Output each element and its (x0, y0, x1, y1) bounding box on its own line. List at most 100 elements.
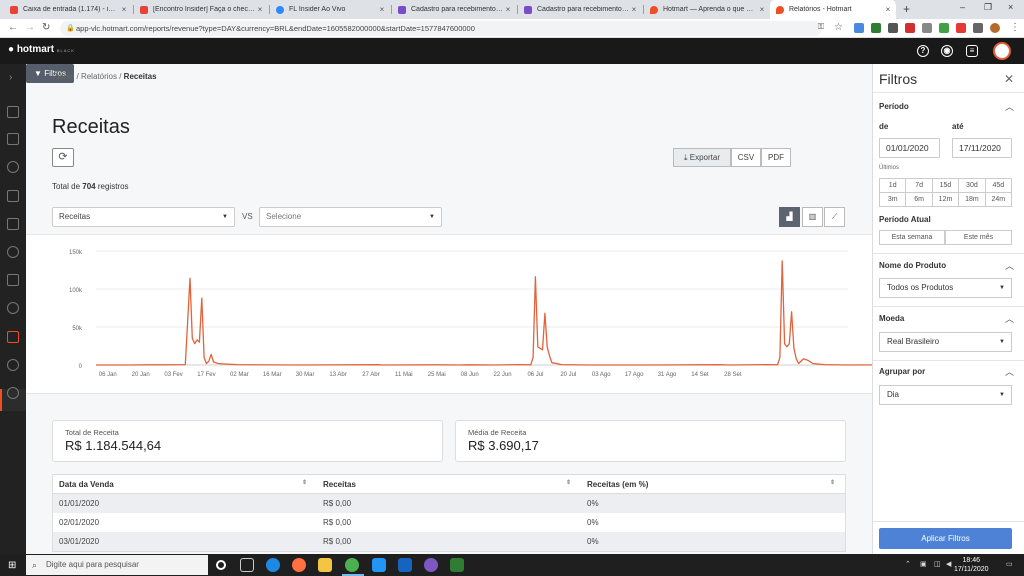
close-icon[interactable]: × (883, 5, 893, 14)
volume-icon[interactable]: ◀ (946, 560, 951, 568)
chevron-up-icon[interactable]: ︿ (1005, 365, 1014, 378)
extension-icon[interactable] (956, 23, 966, 33)
help-icon[interactable]: ? (917, 45, 929, 57)
notifications-icon[interactable]: ▭ (1006, 560, 1013, 568)
quick-range-15d[interactable]: 15d (932, 179, 960, 193)
pdf-extension-icon[interactable] (905, 23, 915, 33)
quick-range-30d[interactable]: 30d (959, 179, 986, 193)
url-field[interactable]: 🔒 app-vlc.hotmart.com/reports/revenue?ty… (60, 21, 822, 36)
area-chart-toggle[interactable]: ▟ (779, 207, 800, 227)
sort-icon[interactable]: ⇕ (830, 479, 835, 486)
pdf-button[interactable]: PDF (761, 148, 791, 167)
bookmark-star-icon[interactable]: ☆ (834, 22, 843, 33)
edge-icon[interactable] (266, 558, 280, 572)
refresh-button[interactable]: ⟳ (52, 148, 74, 167)
firefox-icon[interactable] (292, 558, 306, 572)
expand-sidebar-icon[interactable]: › (9, 72, 12, 83)
to-date-input[interactable]: 17/11/2020 (952, 138, 1012, 158)
quick-range-24m[interactable]: 24m (985, 193, 1012, 207)
quick-range-3m[interactable]: 3m (880, 193, 907, 207)
close-icon[interactable]: × (255, 5, 265, 14)
product-select[interactable]: Todos os Produtos ▼ (879, 278, 1012, 298)
network-icon[interactable]: ◫ (934, 560, 941, 568)
network-icon[interactable] (7, 161, 19, 173)
metric-select[interactable]: Receitas ▼ (52, 207, 235, 227)
tray-icon[interactable]: ▣ (920, 560, 927, 568)
support-icon[interactable] (7, 387, 19, 399)
box-icon[interactable] (7, 190, 19, 202)
reports-chart-icon[interactable] (7, 331, 19, 343)
chevron-up-icon[interactable]: ︿ (1005, 312, 1014, 325)
new-tab-button[interactable]: + (903, 2, 910, 16)
header-revenue[interactable]: Receitas ⇕ (317, 480, 581, 489)
excel-icon[interactable] (450, 558, 464, 572)
chat-icon[interactable]: ≡ (966, 45, 978, 57)
menu-kebab-icon[interactable]: ⋮ (1010, 22, 1020, 33)
tab-cadastro-1[interactable]: Cadastro para recebimento de ti × (392, 0, 516, 19)
close-window-button[interactable]: × (1008, 2, 1013, 12)
sync-icon[interactable] (7, 246, 19, 258)
chevron-up-icon[interactable]: ︿ (1005, 259, 1014, 272)
back-icon[interactable]: ← (8, 22, 18, 33)
task-view-icon[interactable] (240, 558, 254, 572)
extension-icon[interactable] (888, 23, 898, 33)
cortana-icon[interactable] (216, 560, 226, 570)
breadcrumb-painel[interactable]: Painel (52, 72, 74, 81)
profile-icon[interactable] (990, 23, 1000, 33)
bar-chart-toggle[interactable]: ▥ (802, 207, 823, 227)
sort-icon[interactable]: ⇕ (302, 479, 307, 486)
reload-icon[interactable]: ↻ (42, 22, 50, 33)
chevron-up-icon[interactable]: ︿ (1005, 100, 1014, 113)
quick-range-45d[interactable]: 45d (985, 179, 1012, 193)
this-month-button[interactable]: Este mês (945, 230, 1012, 245)
extension-icon[interactable] (871, 23, 881, 33)
line-chart-toggle[interactable]: ⟋ (824, 207, 845, 227)
tab-gmail-inbox[interactable]: Caixa de entrada (1.174) - instituto × (4, 0, 132, 19)
apply-filters-button[interactable]: Aplicar Filtros (879, 528, 1012, 549)
extension-icon[interactable] (939, 23, 949, 33)
puzzle-icon[interactable] (973, 23, 983, 33)
export-button[interactable]: ⤓ Exportar (673, 148, 731, 167)
avatar[interactable] (993, 42, 1011, 60)
maximize-button[interactable]: ❐ (984, 2, 992, 13)
taskbar-search[interactable]: ⌕ Digite aqui para pesquisar (26, 555, 208, 575)
breadcrumb-relatorios[interactable]: Relatórios (81, 72, 117, 81)
key-icon[interactable]: ⚿ (818, 22, 824, 32)
close-icon[interactable]: ✕ (1004, 72, 1014, 86)
close-icon[interactable]: × (629, 5, 639, 14)
file-explorer-icon[interactable] (318, 558, 332, 572)
spaces-icon[interactable]: ◉ (941, 45, 953, 57)
chrome-icon[interactable] (345, 558, 359, 572)
quick-range-1d[interactable]: 1d (880, 179, 907, 193)
settings-icon[interactable] (7, 359, 19, 371)
tab-encontro-insider[interactable]: [Encontro Insider] Faça o check-in × (134, 0, 268, 19)
close-icon[interactable]: × (503, 5, 513, 14)
csv-button[interactable]: CSV (731, 148, 761, 167)
calculator-icon[interactable] (372, 558, 386, 572)
word-icon[interactable] (398, 558, 412, 572)
cart-icon[interactable] (7, 218, 19, 230)
tab-hotmart-aprenda[interactable]: Hotmart — Aprenda o que quiser × (644, 0, 770, 19)
tab-cadastro-2[interactable]: Cadastro para recebimento de ti × (518, 0, 642, 19)
header-revenue-pct[interactable]: Receitas (em %) ⇕ (581, 480, 845, 489)
grid-icon[interactable] (7, 133, 19, 145)
this-week-button[interactable]: Esta semana (879, 230, 945, 245)
compare-select[interactable]: Selecione ▼ (259, 207, 442, 227)
sort-icon[interactable]: ⇕ (566, 479, 571, 486)
tray-chevron-icon[interactable]: ⌃ (905, 560, 911, 568)
quick-range-6m[interactable]: 6m (906, 193, 933, 207)
header-date[interactable]: Data da Venda ⇕ (53, 480, 317, 489)
money-icon[interactable] (7, 302, 19, 314)
hotmart-logo[interactable]: ● hotmart BLACK (8, 44, 75, 55)
app-icon[interactable] (424, 558, 438, 572)
quick-range-7d[interactable]: 7d (906, 179, 933, 193)
close-icon[interactable]: × (757, 5, 767, 14)
group-by-select[interactable]: Dia ▼ (879, 385, 1012, 405)
minimize-button[interactable]: – (960, 2, 965, 12)
from-date-input[interactable]: 01/01/2020 (879, 138, 940, 158)
quick-range-12m[interactable]: 12m (932, 193, 960, 207)
tab-fl-insider[interactable]: FL Insider Ao Vivo × (270, 0, 390, 19)
dashboard-icon[interactable] (7, 106, 19, 118)
quick-range-18m[interactable]: 18m (959, 193, 986, 207)
extension-icon[interactable] (922, 23, 932, 33)
